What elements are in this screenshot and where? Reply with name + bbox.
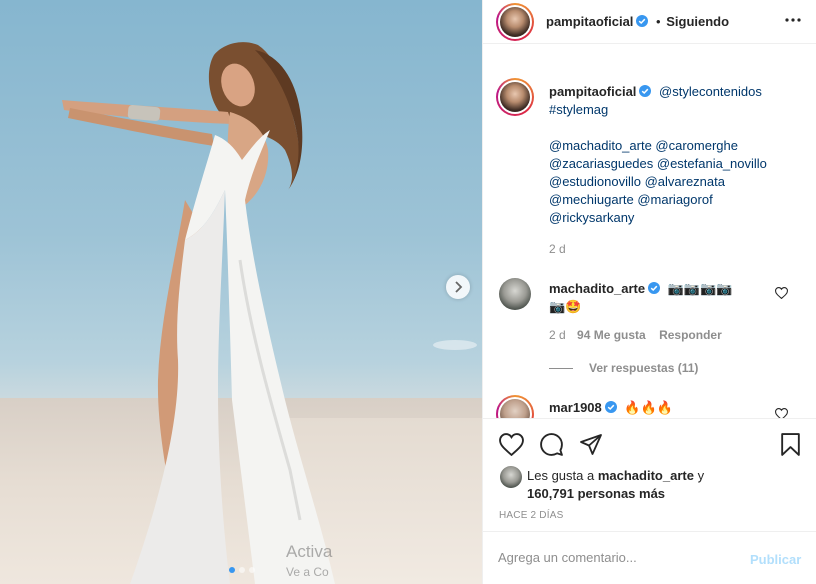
caption-mentions-line[interactable]: @mechiugarte @mariagorof <box>549 191 799 209</box>
comment-input[interactable] <box>498 550 738 565</box>
likes-user[interactable]: machadito_arte <box>598 468 694 483</box>
activation-overlay: Activa <box>286 542 333 561</box>
caption-author[interactable]: pampitaoficial <box>549 84 636 99</box>
comment-author[interactable]: machadito_arte <box>549 281 645 296</box>
comment-like-heart-icon[interactable] <box>775 408 788 418</box>
publish-button[interactable]: Publicar <box>750 552 801 567</box>
caption-mentions-line[interactable]: @rickysarkany <box>549 209 799 227</box>
likes-conj: y <box>697 468 705 483</box>
likes-prefix: Les gusta a <box>527 468 595 483</box>
comments-list: pampitaoficial @stylecontenidos #stylema… <box>483 62 816 418</box>
view-replies-button[interactable]: Ver respuestas (11) <box>549 361 698 375</box>
caption-time[interactable]: 2 d <box>549 240 799 258</box>
carousel-dot-active <box>229 567 235 573</box>
caption-mentions-line[interactable]: @machadito_arte @caromerghe <box>549 137 799 155</box>
view-replies-label: Ver respuestas (11) <box>589 361 699 375</box>
comment-item: mar1908 🔥🔥🔥 <box>549 400 673 416</box>
comment-time[interactable]: 2 d <box>549 328 566 342</box>
post-header: pampitaoficial • Siguiendo <box>483 0 816 44</box>
caption-mentions-line[interactable]: @estudionovillo @alvareznata <box>549 173 799 191</box>
post-side-panel: pampitaoficial • Siguiendo pampitaoficia… <box>482 0 816 584</box>
comment-text-cont: 📷🤩 <box>549 299 582 314</box>
caption-mention[interactable]: @stylecontenidos <box>659 84 762 99</box>
comment-text: 📷📷📷📷 <box>667 281 733 296</box>
following-button[interactable]: Siguiendo <box>666 14 729 29</box>
post-photo[interactable] <box>0 0 482 584</box>
author-avatar[interactable] <box>496 3 534 41</box>
carousel-dot <box>249 567 255 573</box>
comment-text: 🔥🔥🔥 <box>624 400 673 415</box>
comment-likes[interactable]: 94 Me gusta <box>577 328 646 342</box>
author-username[interactable]: pampitaoficial <box>546 14 633 29</box>
comment-reply-button[interactable]: Responder <box>659 328 722 342</box>
caption-mentions-line[interactable]: @zacariasguedes @estefania_novillo <box>549 155 799 173</box>
caption-hashtag[interactable]: #stylemag <box>549 101 799 119</box>
carousel-indicator <box>229 567 255 573</box>
like-heart-icon[interactable] <box>499 433 524 456</box>
verified-badge-icon <box>636 15 649 27</box>
comment-author[interactable]: mar1908 <box>549 400 602 415</box>
comment-avatar[interactable] <box>496 395 534 418</box>
liker-avatar[interactable] <box>500 466 522 488</box>
post-actions-section: Les gusta a machadito_arte y 160,791 per… <box>483 418 816 584</box>
comment-avatar[interactable] <box>499 278 531 310</box>
follow-separator: • <box>656 14 661 29</box>
next-image-button[interactable] <box>446 275 470 299</box>
verified-badge-icon <box>648 282 661 294</box>
comment-bubble-icon[interactable] <box>539 432 564 457</box>
comment-item: machadito_arte 📷📷📷📷 📷🤩 <box>549 280 779 316</box>
share-paper-plane-icon[interactable] <box>579 433 603 456</box>
carousel-dot <box>239 567 245 573</box>
activation-overlay-sub: Ve a Co <box>286 565 329 579</box>
add-comment-bar: Publicar <box>483 531 816 584</box>
verified-badge-icon <box>604 401 617 413</box>
likes-others[interactable]: 160,791 personas más <box>527 485 807 503</box>
likes-summary: Les gusta a machadito_arte y 160,791 per… <box>527 467 807 503</box>
comment-like-heart-icon[interactable] <box>775 287 788 299</box>
verified-badge-icon <box>639 85 652 97</box>
caption: pampitaoficial @stylecontenidos #stylema… <box>549 83 799 258</box>
photo-figure <box>62 42 477 584</box>
save-bookmark-icon[interactable] <box>780 432 801 457</box>
post-timestamp[interactable]: HACE 2 DÍAS <box>499 510 563 521</box>
more-options-icon[interactable] <box>785 18 801 22</box>
chevron-right-icon <box>455 281 463 293</box>
comment-meta: 2 d 94 Me gusta Responder <box>549 328 722 342</box>
replies-line <box>549 367 573 369</box>
caption-author-avatar[interactable] <box>496 78 534 116</box>
